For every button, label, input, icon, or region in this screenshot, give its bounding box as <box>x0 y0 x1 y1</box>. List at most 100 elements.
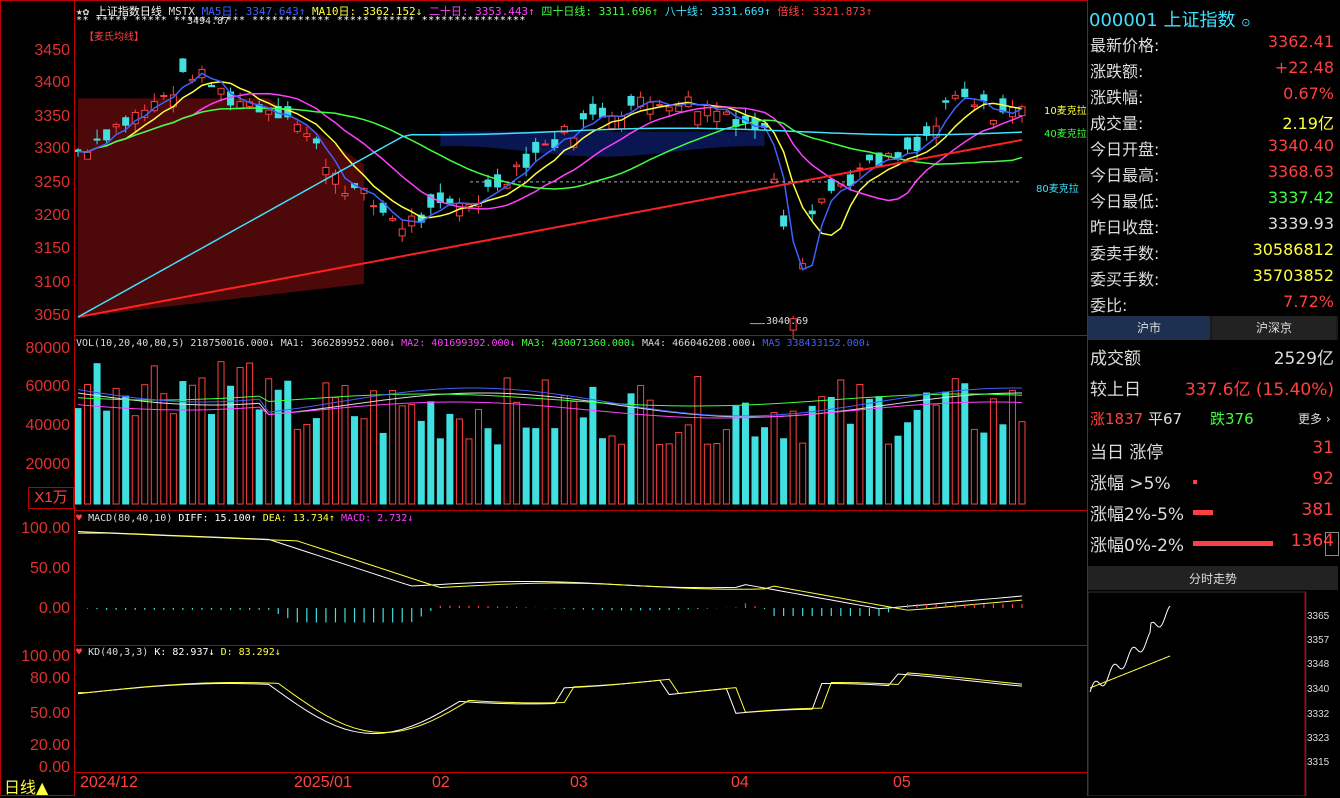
quote-label: 涨跌额: <box>1090 62 1144 81</box>
r02-scroll[interactable] <box>1325 532 1339 556</box>
mai-label: 【麦氏均线】 <box>84 32 144 43</box>
vs-yesterday-label: 较上日 <box>1090 380 1141 400</box>
gt5-bar <box>1193 480 1197 484</box>
more-link[interactable]: 更多 › <box>1298 410 1331 427</box>
price-tick: 3250 <box>34 174 70 191</box>
quote-value: 2.19亿 <box>1282 114 1334 133</box>
stock-name: 上证指数 <box>1163 10 1236 31</box>
price-tick: 3300 <box>34 140 70 157</box>
quote-value: 3339.93 <box>1267 214 1334 233</box>
macd-legend: ♥ MACD(80,40,10) DIFF: 15.100↑ DEA: 13.7… <box>76 513 413 524</box>
intraday-title: 分时走势 <box>1188 572 1237 586</box>
vol-main-value: VOL(10,20,40,80,5) 218750016.000↓ <box>76 338 275 349</box>
date-tick: 2025/01 <box>294 774 352 791</box>
date-tick: 04 <box>731 774 749 791</box>
volume-tick: 40000 <box>25 417 71 434</box>
down-count-group: 跌376 <box>1210 408 1254 429</box>
quote-label: 成交量: <box>1090 114 1144 133</box>
price-tick: 3400 <box>34 74 70 91</box>
date-tick: 05 <box>893 774 911 791</box>
quote-value: 0.67% <box>1283 84 1334 103</box>
quote-row: 成交量: 2.19亿 <box>1088 110 1338 136</box>
macd-params: MACD(80,40,10) <box>88 513 173 524</box>
signal-stars-row: ** ***** ***** ***** ***** ************ … <box>76 15 526 26</box>
vol-ma3-value: MA3: 430071360.000↓ <box>521 338 636 349</box>
quote-label: 委卖手数: <box>1090 244 1160 263</box>
more-link-label: 更多 <box>1298 412 1323 426</box>
down-label: 跌 <box>1210 410 1226 428</box>
ma80-value: 八十线: 3331.669↑ <box>664 5 771 18</box>
quote-header: 000001 上证指数 ⊙ <box>1089 6 1250 32</box>
quote-label: 今日最低: <box>1090 192 1160 211</box>
quote-label: 涨跌幅: <box>1090 88 1144 107</box>
quote-label: 今日最高: <box>1090 166 1160 185</box>
r02-bar <box>1193 541 1273 546</box>
vol-ma5-value: MA5 338433152.000↓ <box>762 338 871 349</box>
quote-row: 涨跌幅: 0.67% <box>1088 84 1338 110</box>
intraday-tick: 3332 <box>1307 709 1330 720</box>
limit-up-label: 当日 涨停 <box>1090 443 1164 463</box>
ma40-line-label: 40麦克拉 <box>1044 129 1087 140</box>
date-tick: 03 <box>570 774 588 791</box>
vol-ma4-value: MA4: 466046208.000↓ <box>641 338 757 349</box>
quote-value: +22.48 <box>1274 58 1334 77</box>
kd-legend: ♥ KD(40,3,3) K: 82.937↓ D: 83.292↓ <box>76 647 281 658</box>
kd-d: D: 83.292↓ <box>220 647 281 658</box>
quote-row: 委比: 7.72% <box>1088 292 1338 318</box>
down-count: 376 <box>1225 410 1254 428</box>
date-tick: 02 <box>432 774 450 791</box>
quote-label: 委买手数: <box>1090 270 1160 289</box>
macd-panel-frame <box>74 510 1088 646</box>
macd-tick: 0.00 <box>38 600 70 617</box>
flat-label: 平 <box>1147 410 1163 428</box>
long-ma-value: 倍线: 3321.873↑ <box>777 5 873 18</box>
volume-panel-frame <box>74 335 1088 511</box>
tab-all-markets[interactable]: 沪深京 <box>1212 316 1336 340</box>
intraday-tick: 3315 <box>1307 757 1330 768</box>
kd-params: KD(40,3,3) <box>88 647 149 658</box>
kd-settings-icon[interactable]: ♥ <box>76 647 82 658</box>
high-price-mark: 3494.87 <box>187 16 230 27</box>
intraday-tick: 3340 <box>1307 684 1330 695</box>
limit-up-row: 当日 涨停 31 <box>1088 438 1338 464</box>
quote-value: 3362.41 <box>1267 32 1334 51</box>
turnover-value: 2529亿 <box>1273 349 1334 369</box>
intraday-tick: 3348 <box>1307 659 1330 670</box>
low-price-mark: 3040.69 <box>766 316 809 327</box>
r02-label: 涨幅0%-2% <box>1090 536 1185 556</box>
quote-row: 今日开盘: 3340.40 <box>1088 136 1338 162</box>
quote-value: 7.72% <box>1283 292 1334 311</box>
date-tick: 2024/12 <box>80 774 138 791</box>
macd-settings-icon[interactable]: ♥ <box>76 513 82 524</box>
kd-tick: 50.00 <box>29 705 70 722</box>
r02-row: 涨幅0%-2% 1364 <box>1088 531 1338 557</box>
price-tick: 3450 <box>34 42 70 59</box>
turnover-label: 成交额 <box>1090 349 1141 369</box>
info-icon[interactable]: ⊙ <box>1241 16 1250 29</box>
macd-tick: 100.00 <box>21 520 70 537</box>
quote-value: 3368.63 <box>1267 162 1334 181</box>
volume-tick: 20000 <box>25 456 71 473</box>
macd-macd: MACD: 2.732↓ <box>340 513 414 524</box>
volume-tick: 80000 <box>25 340 71 357</box>
period-selector[interactable]: 日线▲ <box>4 774 48 798</box>
turnover-row: 成交额 2529亿 <box>1088 344 1338 370</box>
quote-value: 35703852 <box>1252 266 1334 285</box>
quote-value: 30586812 <box>1252 240 1334 259</box>
quote-label: 最新价格: <box>1090 36 1160 55</box>
macd-dea: DEA: 13.734↑ <box>262 513 335 524</box>
flat-count: 67 <box>1163 410 1183 428</box>
up-count: 1837 <box>1105 410 1144 428</box>
kd-panel-frame <box>74 645 1088 773</box>
breadth-row: 涨1837 平67 跌376 更多 › <box>1088 408 1338 434</box>
tab-shanghai[interactable]: 沪市 <box>1088 316 1210 340</box>
price-tick: 3100 <box>34 274 70 291</box>
r25-row: 涨幅2%-5% 381 <box>1088 500 1338 526</box>
vs-yesterday-value: 337.6亿 (15.40%) <box>1184 380 1334 400</box>
quote-row: 委买手数: 35703852 <box>1088 266 1338 292</box>
macd-diff: DIFF: 15.100↑ <box>178 513 257 524</box>
macd-tick: 50.00 <box>29 560 70 577</box>
vol-ma1-value: MA1: 366289952.000↓ <box>280 338 396 349</box>
intraday-tick: 3323 <box>1307 733 1330 744</box>
up-label: 涨 <box>1090 410 1106 428</box>
